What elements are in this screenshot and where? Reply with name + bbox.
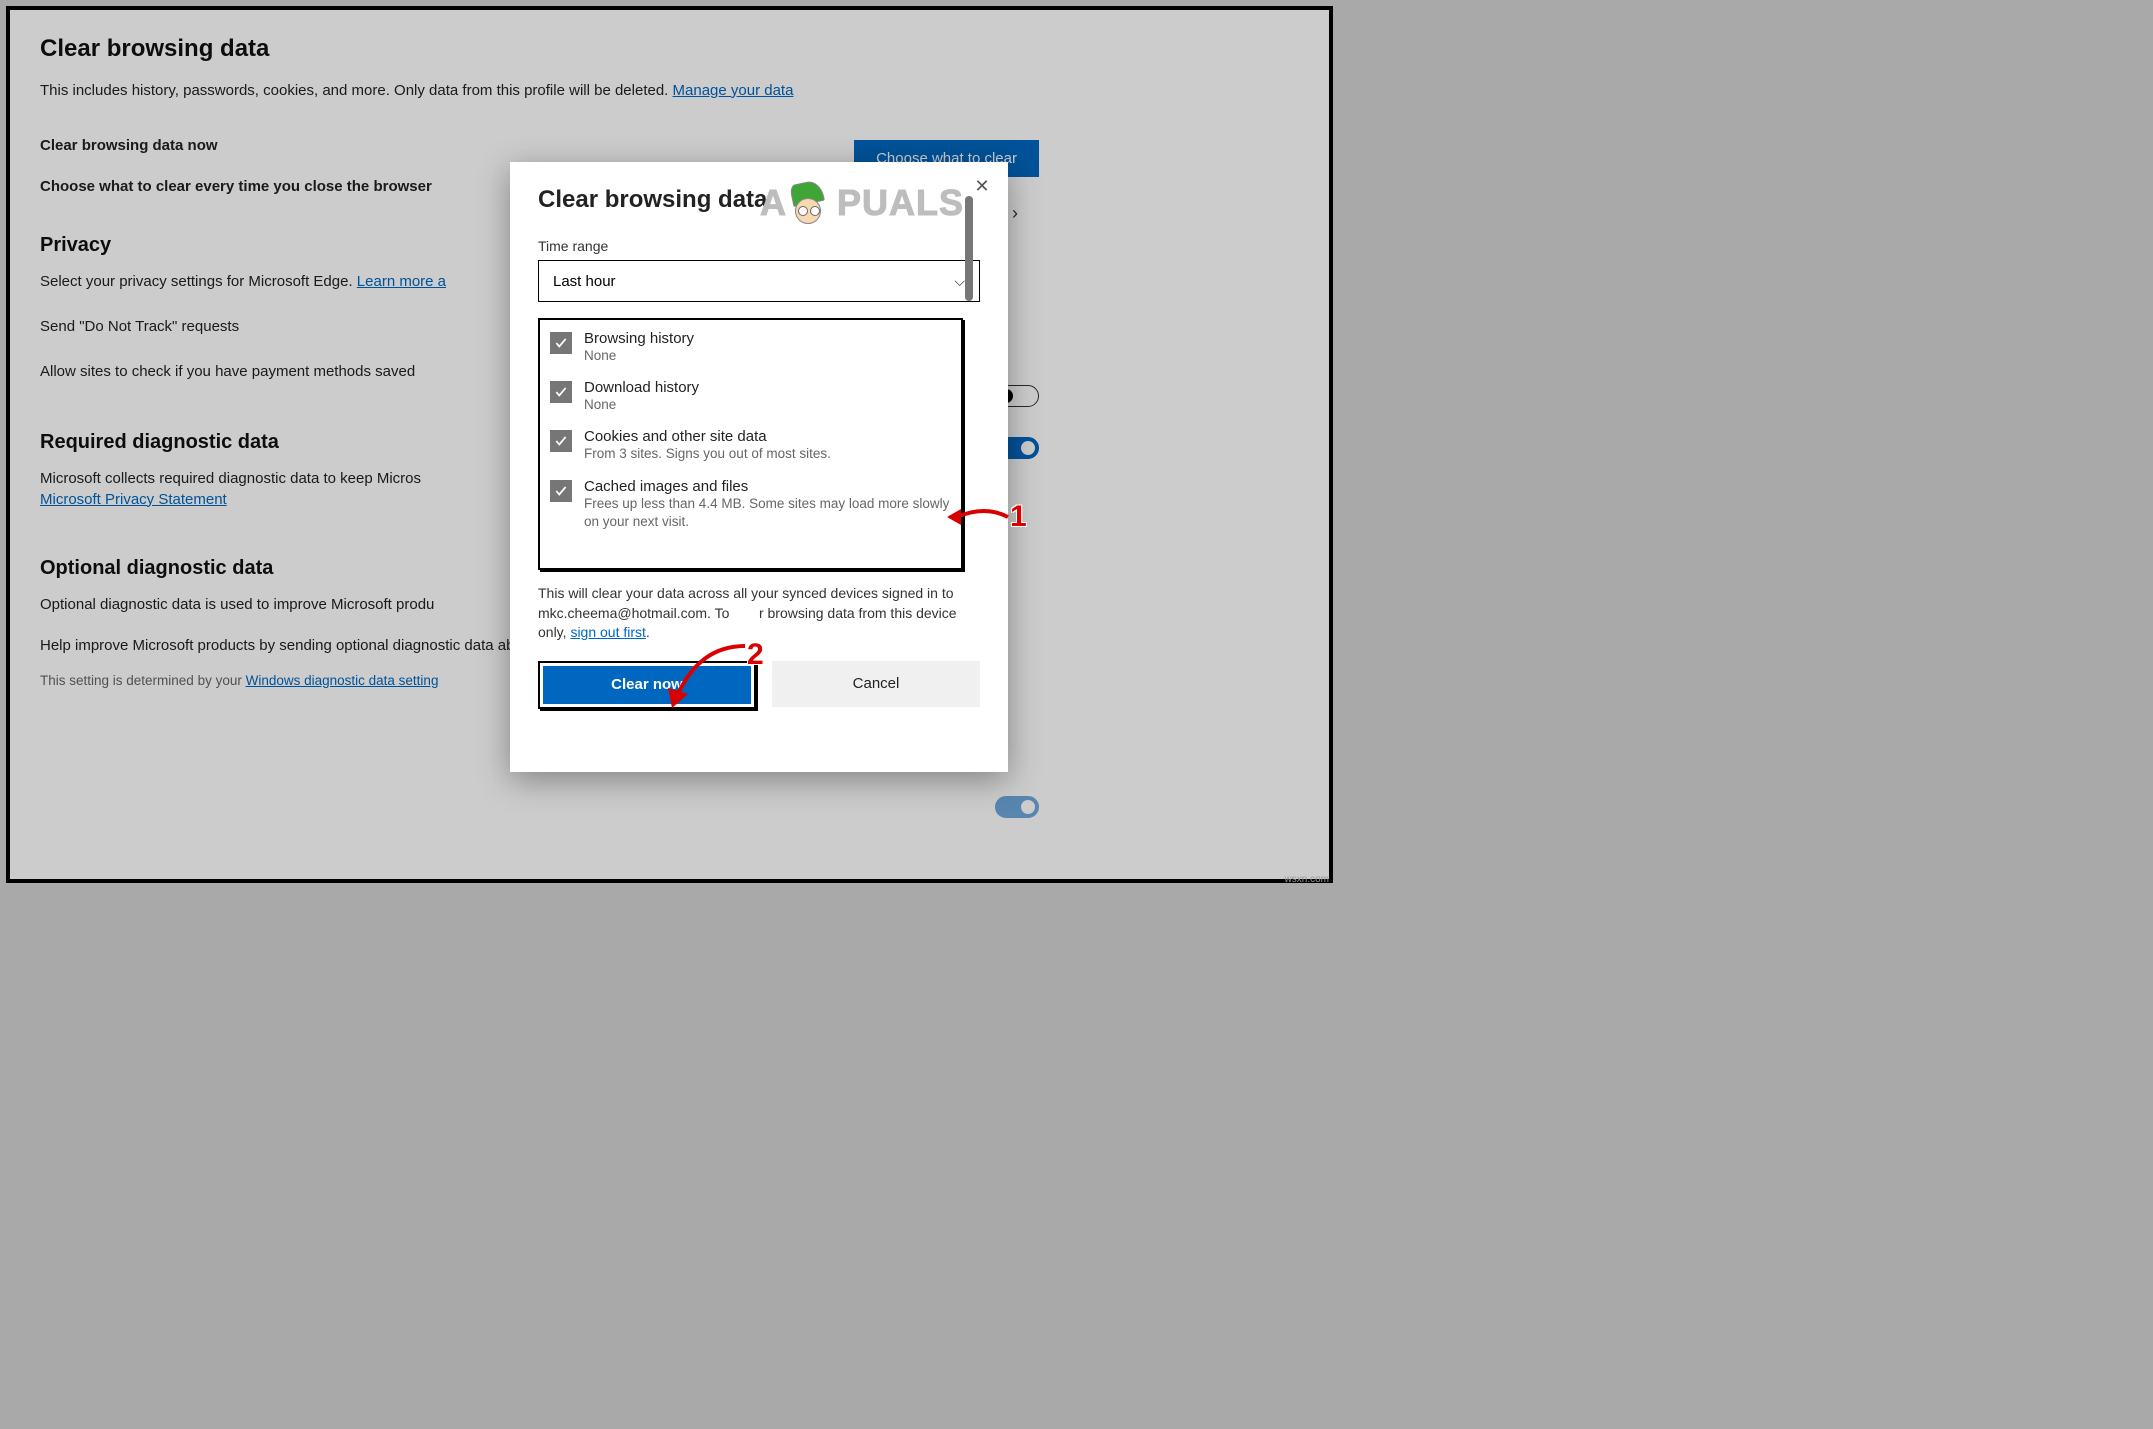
time-range-select[interactable]: Last hour ⌵ xyxy=(538,260,980,302)
item-download-history[interactable]: Download history None xyxy=(550,379,951,414)
dialog-button-row: Clear now Cancel xyxy=(538,661,980,709)
sync-note: This will clear your data across all you… xyxy=(538,584,980,643)
choose-every-close-label: Choose what to clear every time you clos… xyxy=(40,176,432,197)
checkbox-checked-icon[interactable] xyxy=(550,332,572,354)
help-improve-toggle[interactable] xyxy=(995,796,1039,818)
page-frame: Clear browsing data This includes histor… xyxy=(6,6,1333,883)
list-scrollbar-thumb[interactable] xyxy=(965,196,973,301)
section-title-clear-browsing: Clear browsing data xyxy=(40,32,1299,66)
close-icon[interactable]: ✕ xyxy=(968,172,996,200)
time-range-label: Time range xyxy=(538,238,980,254)
item-title: Cached images and files xyxy=(584,478,951,495)
item-title: Cookies and other site data xyxy=(584,428,831,445)
item-cookies[interactable]: Cookies and other site data From 3 sites… xyxy=(550,428,951,463)
clear-now-button[interactable]: Clear now xyxy=(543,666,751,704)
manage-your-data-link[interactable]: Manage your data xyxy=(673,82,794,99)
dnt-label: Send "Do Not Track" requests xyxy=(40,316,239,337)
checkbox-checked-icon[interactable] xyxy=(550,381,572,403)
item-sub: From 3 sites. Signs you out of most site… xyxy=(584,445,831,463)
clear-now-highlight: Clear now xyxy=(538,661,756,709)
item-sub: None xyxy=(584,347,694,365)
dialog-title: Clear browsing data xyxy=(538,186,980,214)
item-browsing-history[interactable]: Browsing history None xyxy=(550,330,951,365)
item-sub: Frees up less than 4.4 MB. Some sites ma… xyxy=(584,495,951,531)
clear-browsing-desc: This includes history, passwords, cookie… xyxy=(40,80,1299,101)
chevron-down-icon: ⌵ xyxy=(954,273,965,290)
item-sub: None xyxy=(584,396,699,414)
data-types-list: Browsing history None Download history N… xyxy=(538,318,963,570)
item-cached[interactable]: Cached images and files Frees up less th… xyxy=(550,478,951,531)
item-title: Download history xyxy=(584,379,699,396)
row-clear-now: Clear browsing data now xyxy=(40,135,1299,156)
privacy-learn-more-link[interactable]: Learn more a xyxy=(357,273,446,290)
item-title: Browsing history xyxy=(584,330,694,347)
time-range-value: Last hour xyxy=(553,273,616,290)
clear-now-label: Clear browsing data now xyxy=(40,135,218,156)
checkbox-checked-icon[interactable] xyxy=(550,430,572,452)
clear-browsing-dialog: ✕ Clear browsing data Time range Last ho… xyxy=(510,162,1008,772)
checkbox-checked-icon[interactable] xyxy=(550,480,572,502)
source-credit: wsxn.com xyxy=(1285,874,1329,885)
payment-label: Allow sites to check if you have payment… xyxy=(40,361,415,382)
cancel-button[interactable]: Cancel xyxy=(772,661,980,707)
windows-diag-setting-link[interactable]: Windows diagnostic data setting xyxy=(246,673,439,688)
ms-privacy-statement-link[interactable]: Microsoft Privacy Statement xyxy=(40,491,227,508)
sign-out-first-link[interactable]: sign out first xyxy=(570,624,645,640)
